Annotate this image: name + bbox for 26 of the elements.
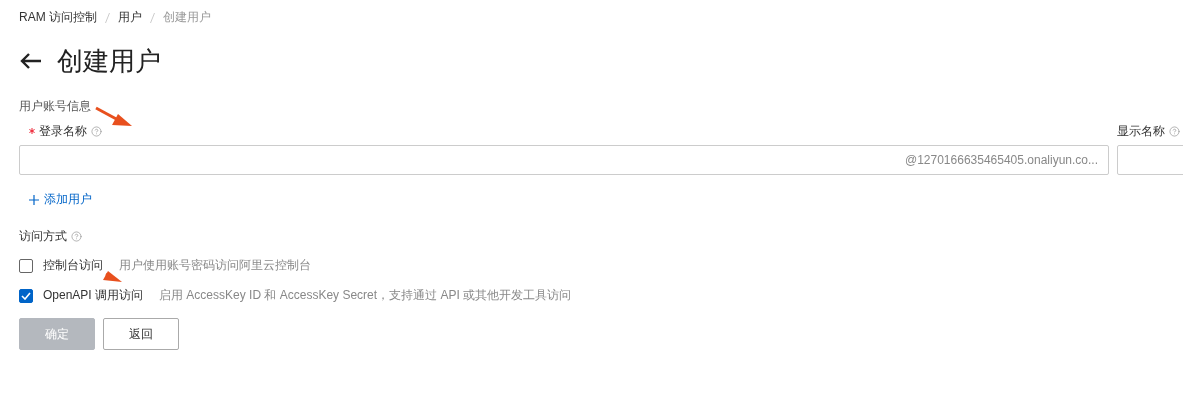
breadcrumb-separator-icon	[150, 12, 155, 23]
help-icon[interactable]	[1169, 125, 1180, 137]
breadcrumb-link[interactable]: RAM 访问控制	[19, 9, 97, 26]
field-label: 登录名称	[39, 122, 87, 140]
breadcrumb-link[interactable]: 用户	[118, 9, 142, 26]
login-name-input[interactable]: @1270166635465405.onaliyun.co...	[19, 145, 1109, 175]
checkbox[interactable]	[19, 258, 33, 273]
option-label[interactable]: 控制台访问	[43, 257, 103, 274]
field-label: 显示名称	[1117, 122, 1165, 140]
domain-suffix: @1270166635465405.onaliyun.co...	[905, 153, 1098, 167]
add-user-link[interactable]: 添加用户	[29, 191, 92, 208]
back-arrow-icon[interactable]	[19, 52, 43, 70]
help-icon[interactable]	[71, 230, 82, 242]
section-title: 用户账号信息	[19, 98, 91, 115]
plus-icon	[29, 194, 39, 205]
option-label[interactable]: OpenAPI 调用访问	[43, 287, 144, 304]
annotation-arrow	[95, 106, 132, 126]
page-title: 创建用户	[57, 44, 161, 78]
annotation-arrow	[103, 271, 122, 282]
breadcrumb-separator-icon	[105, 12, 110, 23]
option-description: 用户使用账号密码访问阿里云控制台	[119, 257, 311, 274]
checkbox[interactable]	[19, 288, 33, 303]
field-label: 访问方式	[19, 227, 67, 245]
back-button[interactable]: 返回	[103, 318, 179, 350]
option-description: 启用 AccessKey ID 和 AccessKey Secret，支持通过 API 或其他开发工具访问	[159, 287, 572, 304]
help-icon[interactable]	[91, 125, 102, 137]
